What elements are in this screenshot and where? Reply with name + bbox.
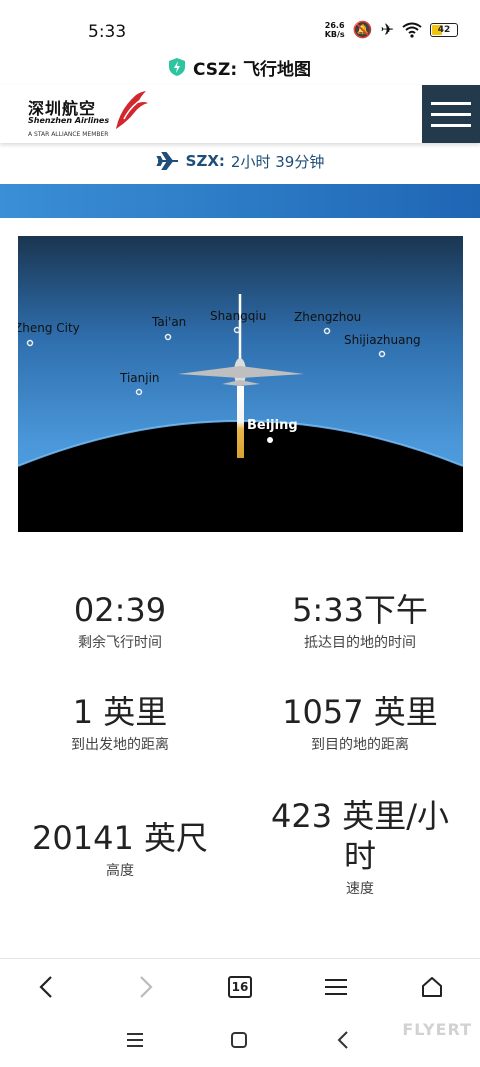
recent-apps-icon [127,1033,143,1047]
airplane-mode-icon: ✈ [380,20,394,39]
watermark-text: FLYERT [402,1020,472,1039]
logo-english-name: Shenzhen Airlines [28,116,110,125]
stat-speed: 423 英里/小时 速度 [240,796,480,898]
city-label: Shijiazhuang [344,333,421,347]
stat-distance-to-destination: 1057 英里 到目的地的距离 [240,692,480,754]
secure-shield-icon [168,58,185,76]
mute-bell-icon: 🔕 [352,20,373,39]
logo-bird-icon [116,91,148,129]
status-time: 5:33 [88,22,127,42]
page-title: CSZ: 飞行地图 [192,59,312,80]
recent-apps-button[interactable] [120,1028,150,1052]
city-label: Shangqiu [210,309,266,323]
stat-value: 20141 英尺 [32,819,208,857]
destination-remaining-time: 2小时 39分钟 [230,152,325,171]
status-icons: 26.6 KB/s 🔕 ✈ 42 [325,20,458,39]
stat-label: 剩余飞行时间 [78,635,162,651]
blue-banner [0,184,480,218]
stat-label: 速度 [346,881,374,897]
destination-code: SZX: [185,152,225,170]
stat-value: 5:33下午 [292,591,428,629]
page-title-row: CSZ: 飞行地图 [0,54,480,80]
chevron-right-icon [140,976,153,998]
city-label: Tai'an [151,315,186,329]
battery-icon: 42 [430,22,458,37]
tab-count: 16 [228,976,252,998]
stat-distance-from-origin: 1 英里 到出发地的距离 [0,692,240,754]
stat-altitude: 20141 英尺 高度 [0,818,240,880]
battery-level: 42 [437,24,451,35]
stat-value: 1 英里 [72,693,168,731]
wifi-icon [402,22,422,38]
hamburger-menu-button[interactable] [422,85,480,143]
stat-value: 423 英里/小时 [270,797,450,875]
status-bar: 5:33 26.6 KB/s 🔕 ✈ 42 [0,0,480,52]
stat-value: 1057 英里 [282,693,438,731]
tabs-button[interactable]: 16 [220,971,260,1003]
stat-label: 抵达目的地的时间 [304,635,416,651]
stat-label: 到出发地的距离 [71,737,169,753]
square-icon [231,1032,247,1048]
menu-icon [325,979,347,995]
stat-time-remaining: 02:39 剩余飞行时间 [0,590,240,652]
city-label: Zheng City [18,321,80,335]
shenzhen-airlines-logo[interactable]: 深圳航空 Shenzhen Airlines A STAR ALLIANCE M… [26,89,148,139]
network-speed-value: 26.6 [324,20,345,30]
city-label: Beijing [247,418,298,433]
menu-button[interactable] [316,971,356,1003]
forward-button[interactable] [126,971,166,1003]
system-home-button[interactable] [224,1028,254,1052]
flight-map[interactable]: Zheng City Tai'an Shangqiu Zhengzhou Shi… [18,236,463,532]
site-header: 深圳航空 Shenzhen Airlines A STAR ALLIANCE M… [0,85,480,143]
stat-value: 02:39 [73,591,167,629]
city-marker [267,437,273,443]
network-speed-unit: KB/s [324,29,345,39]
back-button[interactable] [26,971,66,1003]
stat-label: 高度 [106,863,134,879]
airplane-icon [156,152,178,170]
chevron-left-icon [39,976,52,998]
home-button[interactable] [412,971,452,1003]
system-back-button[interactable] [328,1028,358,1052]
city-label: Tianjin [119,371,160,385]
browser-bottom-nav: 16 [0,958,480,1015]
stat-arrival-time: 5:33下午 抵达目的地的时间 [240,590,480,652]
back-arrow-icon [337,1031,348,1049]
stat-label: 到目的地的距离 [311,737,409,753]
destination-row: SZX: 2小时 39分钟 [0,148,480,174]
logo-alliance-text: A STAR ALLIANCE MEMBER [28,131,109,138]
city-label: Zhengzhou [294,310,361,324]
home-icon [422,977,442,997]
network-speed: 26.6 KB/s [325,21,345,39]
